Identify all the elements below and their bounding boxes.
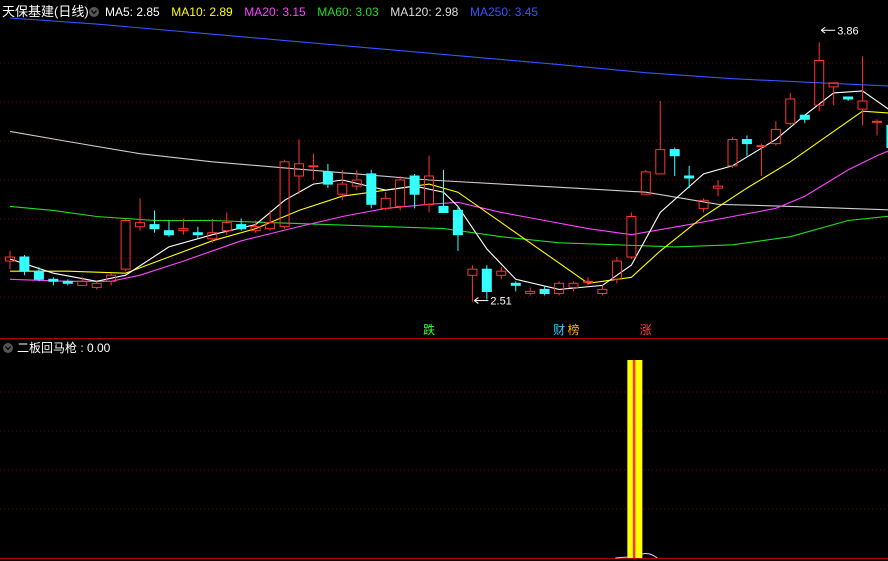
indicator-header: 二板回马枪 : 0.00 (17, 340, 111, 355)
candle-body-down (799, 114, 810, 120)
indicator-settings-button[interactable] (3, 343, 13, 353)
candle-body-down (438, 205, 449, 213)
ma-legend-label: MA10: 2.89 (171, 5, 233, 19)
ma-legend-label: MA250: 3.45 (470, 5, 538, 19)
ma-legend-label: MA120: 2.98 (390, 5, 458, 19)
candle-body-up (872, 120, 882, 123)
annotation-label: 3.86 (837, 25, 858, 37)
candle-body-down (510, 282, 521, 286)
chart-background (0, 0, 888, 561)
ma-settings-button[interactable] (89, 7, 99, 17)
candle-body-down (192, 232, 203, 236)
candle-body-down (539, 288, 550, 294)
candle-body-down (322, 171, 333, 185)
chart-title: 天保基建(日线) (2, 4, 89, 19)
candle-body-down (62, 280, 73, 284)
event-marker: 涨 (640, 322, 652, 337)
candle-body-down (741, 139, 752, 145)
indicator-label: 二板回马枪 : 0.00 (17, 340, 111, 355)
candle-body-down (409, 175, 420, 195)
candle-body-down (669, 149, 680, 157)
candle-body-down (684, 175, 695, 179)
candle-body-down (452, 209, 463, 236)
annotation-label: 2.51 (490, 296, 511, 308)
event-marker: 榜 (568, 322, 580, 337)
candle-body-up (583, 280, 593, 283)
candle-body-up (756, 145, 767, 148)
candle[interactable] (366, 169, 377, 209)
event-marker: 财 (553, 323, 565, 337)
candle-body-down (48, 278, 59, 282)
candle-body-up (308, 165, 319, 168)
candle-body-down (236, 224, 247, 230)
candle-body-down (843, 96, 854, 100)
candle-body-down (149, 224, 160, 230)
candle-body-down (481, 268, 492, 293)
signal-bar-core (632, 360, 636, 558)
stock-chart[interactable]: 3.86 2.51 跌 财榜 涨 天保基建(日线) MA5: 2.85 MA10: 2.89 M… (0, 0, 888, 561)
event-marker: 跌 (423, 322, 435, 337)
candle-body-down (366, 173, 377, 205)
ma-legend-label: MA5: 2.85 (105, 5, 160, 19)
ma-legend-label: MA20: 3.15 (244, 5, 306, 19)
ma-legend-label: MA60: 3.03 (317, 5, 379, 19)
candle-body-down (19, 256, 30, 272)
candle-body-down (33, 270, 44, 280)
candle-body-down (163, 230, 174, 236)
